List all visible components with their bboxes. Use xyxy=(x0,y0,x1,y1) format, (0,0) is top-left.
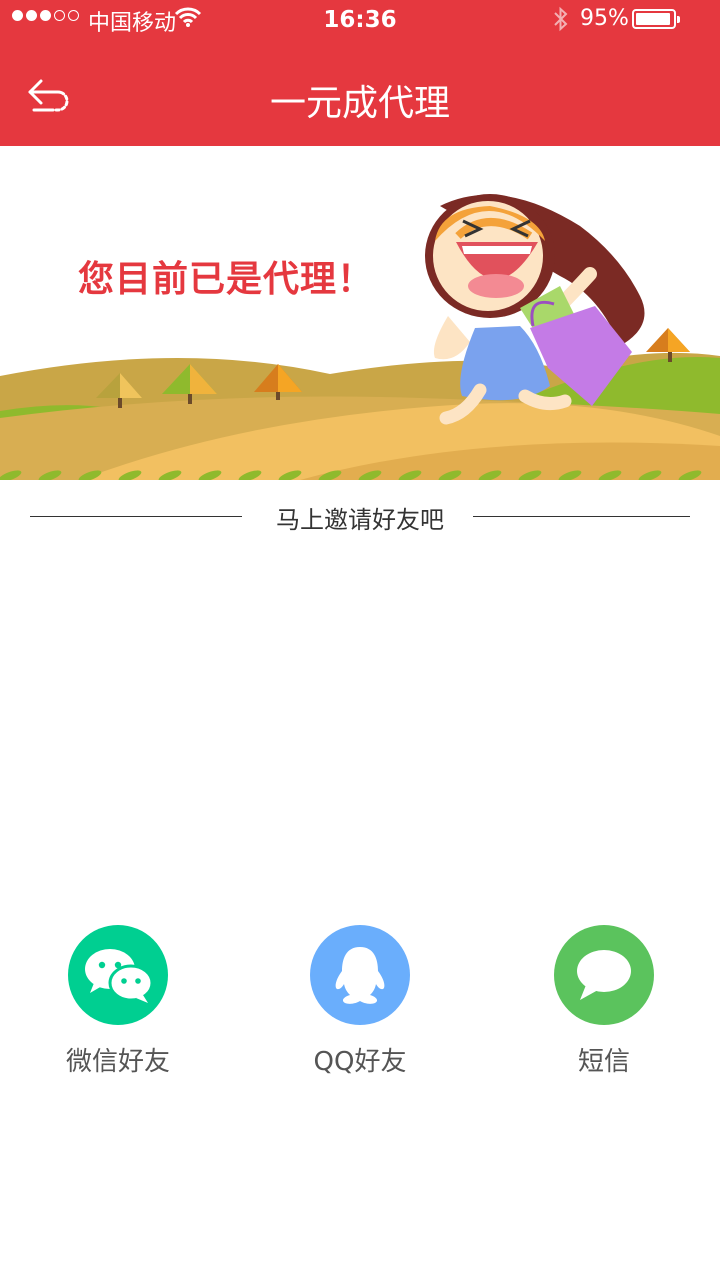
wechat-icon xyxy=(68,925,168,1025)
sms-icon xyxy=(554,925,654,1025)
qq-icon xyxy=(310,925,410,1025)
battery-percentage: 95% xyxy=(580,6,629,31)
invite-heading-text: 马上邀请好友吧 xyxy=(276,506,444,534)
banner-illustration xyxy=(0,146,720,482)
divider-line-right xyxy=(473,516,690,517)
agent-status-message: 您目前已是代理！ xyxy=(78,259,375,300)
agent-banner: 您目前已是代理！ xyxy=(0,146,720,482)
share-qq-button[interactable]: QQ好友 xyxy=(260,925,460,1085)
bluetooth-icon xyxy=(554,6,568,32)
share-qq-label: QQ好友 xyxy=(313,1047,407,1077)
invite-section-heading: 马上邀请好友吧 xyxy=(30,500,690,534)
page-title: 一元成代理 xyxy=(269,83,450,124)
status-bar: 中国移动 16:36 95% xyxy=(0,0,720,40)
share-sms-button[interactable]: 短信 xyxy=(504,925,704,1085)
app-header: 中国移动 16:36 95% 一元成代理 xyxy=(0,0,720,146)
share-wechat-button[interactable]: 微信好友 xyxy=(18,925,218,1085)
battery-icon xyxy=(632,9,680,29)
share-wechat-label: 微信好友 xyxy=(65,1047,170,1077)
share-sms-label: 短信 xyxy=(577,1047,630,1077)
